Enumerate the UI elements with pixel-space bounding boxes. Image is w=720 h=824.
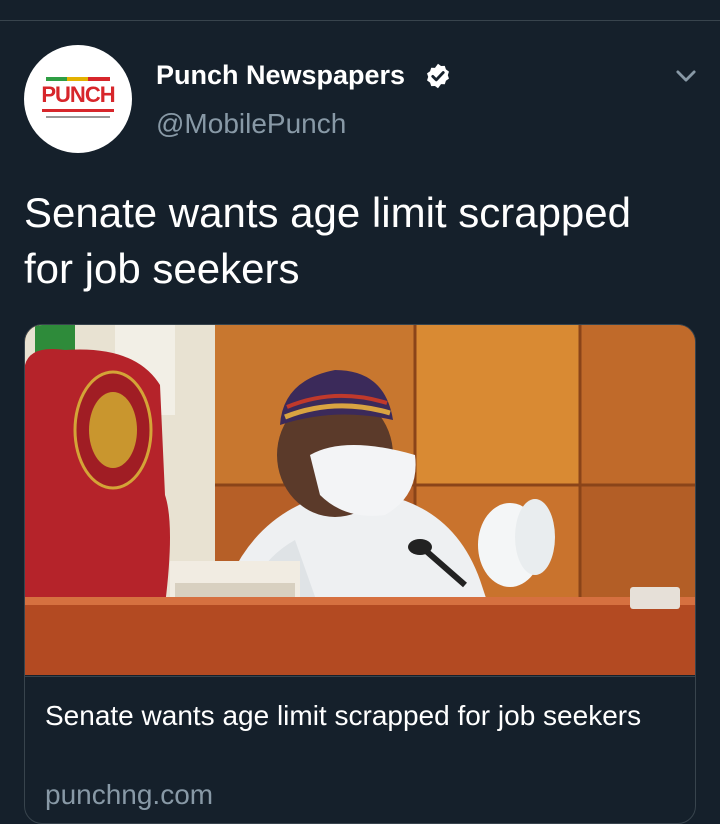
- card-title: Senate wants age limit scrapped for job …: [45, 700, 642, 731]
- card-photo: [25, 325, 695, 675]
- link-card[interactable]: Senate wants age limit scrapped for job …: [24, 324, 696, 824]
- card-body[interactable]: Senate wants age limit scrapped for job …: [25, 676, 695, 823]
- card-domain: punchng.com: [45, 779, 214, 810]
- card-image[interactable]: [25, 325, 695, 675]
- handle[interactable]: @MobilePunch: [156, 108, 346, 140]
- avatar-logo-underline: [42, 109, 114, 112]
- avatar-logo-stripe: [46, 77, 110, 81]
- tweet[interactable]: PUNCH Punch Newspapers @MobilePunch Sena…: [0, 0, 720, 824]
- tweet-text: Senate wants age limit scrapped for job …: [24, 189, 632, 292]
- chevron-down-icon[interactable]: [672, 62, 700, 90]
- verified-badge-icon: [427, 63, 449, 89]
- avatar-logo-tagline: [46, 116, 110, 118]
- display-name[interactable]: Punch Newspapers: [156, 60, 405, 91]
- avatar[interactable]: PUNCH: [24, 45, 132, 153]
- avatar-logo-text: PUNCH: [41, 82, 115, 107]
